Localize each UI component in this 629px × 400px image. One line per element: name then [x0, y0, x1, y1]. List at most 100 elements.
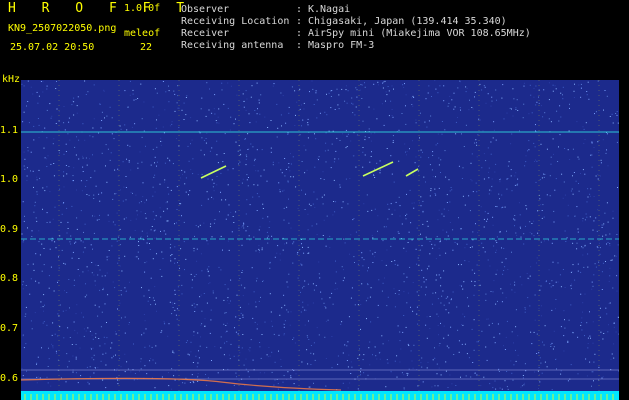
noise-dot [55, 123, 57, 124]
noise-dot [224, 342, 225, 344]
noise-dot [212, 292, 214, 294]
noise-dot [154, 162, 155, 164]
noise-dot [611, 353, 613, 355]
noise-dot [459, 80, 461, 82]
noise-dot [191, 374, 193, 376]
noise-dot [230, 300, 231, 302]
noise-dot [121, 270, 123, 272]
noise-dot [392, 142, 394, 143]
noise-dot [139, 151, 141, 153]
noise-dot [106, 115, 108, 117]
noise-dot [602, 235, 604, 237]
noise-dot [49, 191, 51, 193]
noise-dot [403, 374, 405, 376]
noise-dot [271, 351, 273, 353]
noise-dot [211, 147, 213, 149]
noise-dot [376, 118, 378, 120]
noise-dot [490, 105, 492, 107]
noise-dot [52, 347, 54, 349]
noise-dot [279, 189, 281, 191]
noise-dot [57, 335, 59, 337]
noise-dot [254, 110, 256, 111]
noise-dot [502, 206, 504, 208]
noise-dot [540, 362, 542, 364]
noise-dot [135, 194, 137, 196]
noise-dot [582, 247, 584, 249]
noise-dot [159, 183, 161, 185]
noise-dot [427, 92, 429, 94]
noise-dot [419, 359, 421, 361]
noise-dot [363, 203, 365, 205]
noise-dot [23, 165, 25, 167]
noise-dot [552, 84, 554, 86]
noise-dot [97, 274, 99, 276]
noise-dot [411, 97, 413, 99]
noise-dot [66, 353, 68, 355]
noise-dot [85, 330, 87, 332]
noise-dot [174, 379, 176, 381]
noise-dot [292, 156, 294, 158]
noise-dot [211, 196, 213, 198]
noise-dot [253, 184, 255, 186]
noise-dot [230, 116, 232, 118]
noise-dot [476, 374, 478, 376]
noise-dot [534, 371, 536, 373]
noise-dot [323, 302, 325, 304]
noise-dot [457, 117, 458, 118]
noise-dot [373, 168, 375, 170]
noise-dot [502, 273, 504, 275]
noise-dot [519, 214, 521, 216]
noise-dot [513, 364, 515, 366]
noise-dot [259, 372, 261, 374]
noise-dot [437, 324, 439, 326]
noise-dot [452, 291, 454, 293]
noise-dot [58, 111, 60, 113]
noise-dot [562, 86, 564, 88]
noise-dot [606, 149, 607, 151]
noise-dot [388, 208, 390, 210]
noise-dot [301, 243, 302, 245]
noise-dot [308, 320, 309, 322]
noise-dot [192, 381, 194, 382]
noise-dot [361, 257, 363, 259]
noise-dot [363, 354, 365, 356]
noise-dot [132, 192, 133, 194]
noise-dot [222, 161, 224, 163]
noise-dot [360, 374, 361, 376]
noise-dot [33, 186, 34, 188]
noise-dot [475, 372, 476, 374]
noise-dot [474, 96, 475, 98]
noise-dot [82, 271, 84, 273]
noise-dot [181, 293, 183, 295]
noise-dot [338, 158, 340, 160]
noise-dot [49, 103, 51, 105]
noise-dot [603, 333, 605, 334]
noise-dot [289, 324, 291, 326]
noise-dot [426, 337, 428, 339]
noise-dot [270, 120, 272, 121]
noise-dot [435, 258, 437, 260]
noise-dot [411, 360, 413, 362]
noise-dot [102, 353, 104, 355]
noise-dot [356, 134, 358, 136]
noise-dot [373, 108, 375, 110]
noise-dot [511, 251, 512, 253]
noise-dot [258, 229, 260, 231]
noise-dot [443, 270, 445, 272]
noise-dot [48, 287, 50, 289]
noise-dot [294, 90, 296, 92]
noise-dot [301, 125, 302, 127]
noise-dot [599, 316, 601, 318]
noise-dot [145, 145, 146, 147]
noise-dot [188, 194, 189, 196]
noise-dot [476, 341, 478, 343]
noise-dot [177, 324, 179, 326]
noise-dot [439, 241, 441, 243]
noise-dot [424, 121, 426, 123]
noise-dot [370, 133, 372, 135]
noise-dot [525, 205, 527, 207]
noise-dot [361, 252, 363, 254]
noise-dot [154, 286, 156, 288]
noise-dot [489, 265, 491, 267]
noise-dot [25, 313, 27, 315]
